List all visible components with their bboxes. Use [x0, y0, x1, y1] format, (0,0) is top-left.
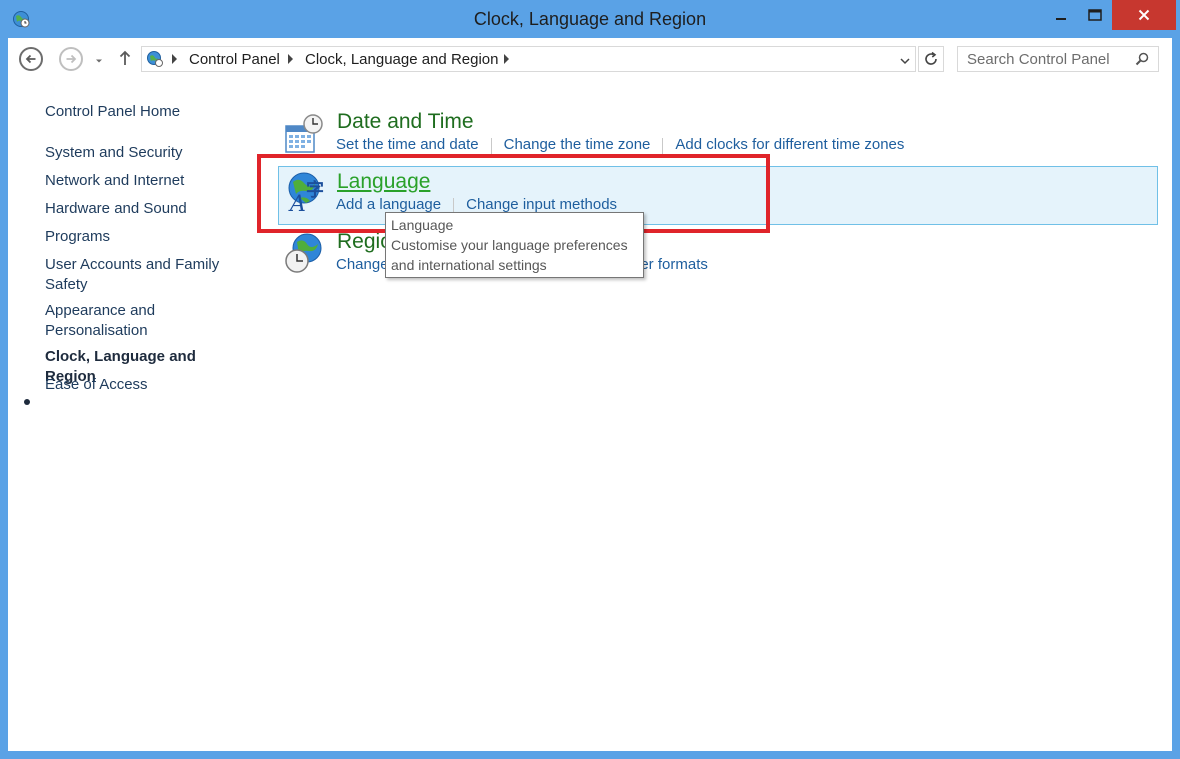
- address-bar[interactable]: Control Panel Clock, Language and Region: [141, 46, 916, 72]
- maximize-icon: [1088, 9, 1102, 21]
- control-panel-location-icon: [146, 50, 164, 73]
- region-title[interactable]: Regio: [337, 230, 392, 254]
- sidebar-item-user-accounts[interactable]: User Accounts and Family Safety: [45, 255, 235, 295]
- search-box[interactable]: [957, 46, 1159, 72]
- maximize-button[interactable]: [1078, 0, 1112, 30]
- navigation-bar: Control Panel Clock, Language and Region: [8, 38, 1172, 82]
- breadcrumb-separator-icon[interactable]: [172, 54, 177, 64]
- sidebar-item-system-and-security[interactable]: System and Security: [45, 143, 235, 163]
- sidebar-item-hardware-and-sound[interactable]: Hardware and Sound: [45, 199, 235, 219]
- back-button[interactable]: [19, 47, 43, 71]
- refresh-icon: [925, 51, 937, 65]
- category-date-and-time: Date and Time Set the time and date Chan…: [278, 110, 1168, 160]
- control-panel-window: Clock, Language and Region Control Panel…: [0, 0, 1180, 759]
- refresh-button[interactable]: [918, 46, 944, 72]
- calendar-clock-icon[interactable]: [284, 114, 324, 156]
- breadcrumb-separator-icon[interactable]: [288, 54, 293, 64]
- chevron-down-icon: [96, 59, 102, 63]
- up-arrow-icon: [119, 50, 131, 65]
- chevron-down-icon: [900, 58, 910, 65]
- sidebar: Control Panel Home System and Security N…: [8, 82, 258, 742]
- close-icon: [1138, 9, 1150, 21]
- date-and-time-title[interactable]: Date and Time: [337, 110, 474, 134]
- breadcrumb-separator-icon[interactable]: [504, 54, 509, 64]
- address-history-button[interactable]: [899, 53, 911, 71]
- region-globe-clock-icon[interactable]: [284, 232, 324, 274]
- recent-locations-button[interactable]: [94, 52, 104, 70]
- sidebar-item-network-and-internet[interactable]: Network and Internet: [45, 171, 235, 191]
- sidebar-item-appearance[interactable]: Appearance and Personalisation: [45, 301, 235, 341]
- breadcrumb-clock-language-region[interactable]: Clock, Language and Region: [305, 51, 498, 68]
- close-button[interactable]: [1112, 0, 1176, 30]
- back-arrow-icon: [25, 54, 36, 64]
- add-clocks-link[interactable]: Add clocks for different time zones: [675, 136, 904, 154]
- title-bar[interactable]: Clock, Language and Region: [0, 0, 1180, 38]
- tooltip-title: Language: [391, 217, 454, 233]
- client-area: Control Panel Clock, Language and Region: [8, 38, 1172, 751]
- language-tooltip: Language Customise your language prefere…: [385, 212, 644, 278]
- breadcrumb-control-panel[interactable]: Control Panel: [189, 51, 280, 68]
- date-and-time-links: Set the time and date Change the time zo…: [336, 136, 904, 154]
- tooltip-line-1: Customise your language preferences: [391, 237, 628, 253]
- sidebar-item-ease-of-access[interactable]: Ease of Access: [45, 375, 235, 395]
- link-divider: [490, 138, 492, 154]
- forward-button[interactable]: [59, 47, 83, 71]
- change-time-zone-link[interactable]: Change the time zone: [504, 136, 651, 154]
- minimize-button[interactable]: [1044, 0, 1078, 30]
- search-input[interactable]: [958, 47, 1137, 71]
- set-time-and-date-link[interactable]: Set the time and date: [336, 136, 479, 154]
- tooltip-line-2: and international settings: [391, 257, 547, 273]
- up-button[interactable]: [119, 50, 131, 71]
- search-icon[interactable]: [1135, 52, 1149, 71]
- window-title: Clock, Language and Region: [473, 9, 707, 29]
- current-item-bullet-icon: [24, 399, 30, 405]
- sidebar-item-programs[interactable]: Programs: [45, 227, 235, 247]
- forward-arrow-icon: [66, 54, 77, 64]
- sidebar-item-control-panel-home[interactable]: Control Panel Home: [45, 102, 235, 122]
- region-change-link[interactable]: Change: [336, 256, 389, 273]
- link-divider: [662, 138, 664, 154]
- minimize-icon: [1056, 18, 1066, 20]
